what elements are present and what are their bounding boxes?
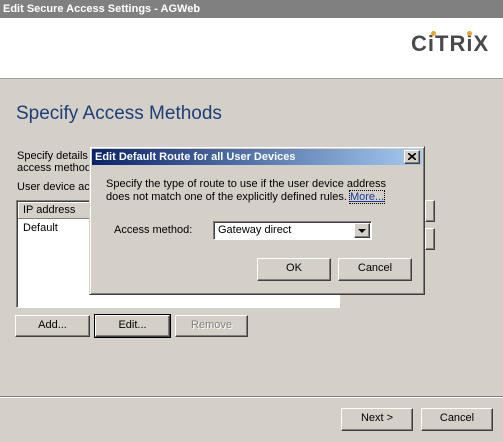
add-button[interactable]: Add... [15,315,90,337]
next-button[interactable]: Next > [341,408,413,431]
user-devices-label: User device ac [17,181,90,193]
access-method-value: Gateway direct [218,224,292,236]
ok-button[interactable]: OK [257,258,331,281]
dialog-instruction-line: does not match one of the explicitly def… [106,191,347,203]
logo-dot-icon [431,31,436,36]
dropdown-button[interactable] [354,223,370,238]
footer-divider [0,396,503,398]
window-title: Edit Secure Access Settings - AGWeb [0,0,503,18]
citrix-logo: CiTRiX [411,31,489,57]
logo-dot-icon [467,31,472,36]
logo-text: CiTRiX [411,31,490,56]
cancel-button[interactable]: Cancel [421,408,493,431]
dialog-instruction-text: does not match one of the explicitly def… [106,190,386,204]
header-divider [0,78,503,79]
dialog-close-button[interactable] [404,150,420,164]
dialog-title: Edit Default Route for all User Devices [92,149,422,165]
dialog-cancel-button[interactable]: Cancel [338,258,412,281]
table-row[interactable]: Default [23,222,58,234]
description-text: Specify details [17,150,88,162]
description-text: access method [17,162,91,174]
access-method-label: Access method: [114,224,193,236]
more-link[interactable]: More... [348,190,386,204]
chevron-down-icon [358,229,366,233]
remove-button[interactable]: Remove [175,315,248,337]
dialog-instruction-text: Specify the type of route to use if the … [106,178,387,190]
close-icon [408,153,416,160]
side-button[interactable] [425,228,435,250]
page-title: Specify Access Methods [16,103,222,124]
side-button[interactable] [425,200,435,222]
edit-button[interactable]: Edit... [94,314,171,338]
